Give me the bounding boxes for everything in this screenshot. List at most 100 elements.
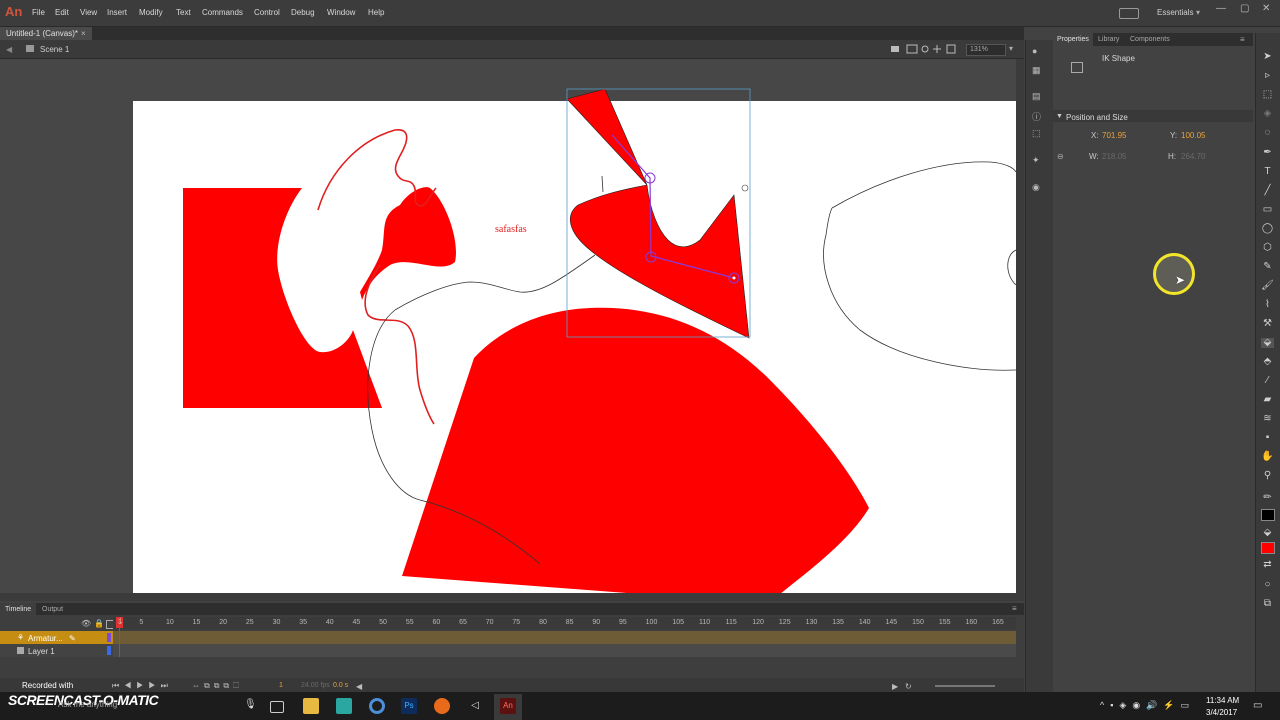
menu-edit[interactable]: Edit <box>55 8 69 17</box>
paint-brush-tool-icon[interactable]: 🖌 <box>1261 281 1274 291</box>
close-window-icon[interactable]: ✕ <box>1262 3 1270 14</box>
menu-modify[interactable]: Modify <box>139 8 163 17</box>
menu-view[interactable]: View <box>80 8 97 17</box>
oval-tool-icon[interactable]: ◯ <box>1261 224 1274 234</box>
hand-tool-icon[interactable]: ✋ <box>1261 452 1274 462</box>
layer-name-armature[interactable]: Armatur... <box>28 634 63 643</box>
bone-tool-icon[interactable]: ⚒ <box>1261 319 1274 329</box>
rectangle-tool-icon[interactable]: ▭ <box>1261 205 1274 215</box>
menu-file[interactable]: File <box>32 8 45 17</box>
eraser-tool-icon[interactable]: ▰ <box>1261 395 1274 405</box>
timeline-scroll-right-icon[interactable]: ▶ <box>892 682 898 691</box>
tab-output[interactable]: Output <box>42 606 63 613</box>
workspace-chevron-icon[interactable]: ▾ <box>1196 8 1200 17</box>
photoshop-icon[interactable]: Ps <box>401 698 417 714</box>
show-hide-all-icon[interactable]: 👁 <box>81 619 91 628</box>
text-tool-icon[interactable]: T <box>1261 167 1274 177</box>
polystar-tool-icon[interactable]: ⬡ <box>1261 243 1274 253</box>
sync-settings-icon[interactable] <box>1119 8 1139 19</box>
x-value[interactable]: 701.95 <box>1102 131 1126 140</box>
microphone-icon[interactable]: 🎙 <box>244 699 257 710</box>
stage-tools-icons[interactable] <box>889 44 959 54</box>
stroke-color-icon[interactable]: ✏ <box>1261 493 1274 503</box>
panel-menu-icon[interactable]: ≡ <box>1240 35 1245 44</box>
menu-text[interactable]: Text <box>176 8 191 17</box>
stage-horizontal-scrollbar[interactable] <box>0 593 1024 601</box>
menu-commands[interactable]: Commands <box>202 8 243 17</box>
stage-text[interactable]: safasfas <box>495 224 527 235</box>
y-value[interactable]: 100.05 <box>1181 131 1205 140</box>
cortana-search-input[interactable]: Ask me anything <box>58 700 117 709</box>
animate-app-icon[interactable]: An <box>500 698 516 714</box>
menu-window[interactable]: Window <box>327 8 355 17</box>
object-drawing-icon[interactable]: ○ <box>1261 580 1274 590</box>
fps-readout[interactable]: 24.00 fps <box>301 682 330 689</box>
lock-all-icon[interactable]: 🔒 <box>94 619 104 628</box>
back-arrow-icon[interactable]: ◀ <box>6 45 12 54</box>
maximize-icon[interactable]: ▢ <box>1240 3 1249 14</box>
stroke-color-swatch[interactable] <box>1261 509 1275 521</box>
lock-proportions-icon[interactable]: ⊖ <box>1057 152 1064 161</box>
notifications-icon[interactable]: ▭ <box>1253 700 1262 711</box>
zoom-tool-icon[interactable]: ⚲ <box>1261 471 1274 481</box>
app-icon-teal[interactable] <box>336 698 352 714</box>
menu-control[interactable]: Control <box>254 8 280 17</box>
minimize-icon[interactable]: — <box>1216 3 1226 14</box>
playback-controls[interactable]: ⏮◀▶▶⏭ <box>112 681 173 691</box>
camera-tool-icon[interactable]: ▪ <box>1261 433 1274 443</box>
cc-libraries-icon[interactable]: ◉ <box>1032 182 1045 192</box>
align-panel-icon[interactable]: ▤ <box>1032 91 1045 101</box>
chrome-like-icon[interactable] <box>369 698 385 714</box>
visual-studio-icon[interactable]: ◁ <box>467 698 483 714</box>
document-tab[interactable]: Untitled-1 (Canvas)* × <box>0 27 92 40</box>
paint-bucket-tool-icon[interactable]: ⬙ <box>1261 338 1274 348</box>
swatches-panel-icon[interactable]: ▦ <box>1032 65 1045 75</box>
info-panel-icon[interactable]: ⓘ <box>1032 110 1045 122</box>
taskbar-clock-time[interactable]: 11:34 AM <box>1206 696 1239 705</box>
fill-color-icon[interactable]: ⬙ <box>1261 528 1274 538</box>
timeline-menu-icon[interactable]: ≡ <box>1012 604 1017 613</box>
tab-library[interactable]: Library <box>1098 36 1119 43</box>
fill-color-swatch[interactable] <box>1261 542 1275 554</box>
zoom-chevron-icon[interactable]: ▾ <box>1009 44 1013 53</box>
loop-icon[interactable]: ↻ <box>905 682 912 691</box>
layer-name-layer1[interactable]: Layer 1 <box>28 647 55 656</box>
stage-vertical-scrollbar[interactable] <box>1016 59 1024 593</box>
menu-insert[interactable]: Insert <box>107 8 127 17</box>
time-readout[interactable]: 0.0 s <box>333 682 348 689</box>
scene-label[interactable]: Scene 1 <box>40 45 69 54</box>
pen-tool-icon[interactable]: ✒ <box>1261 148 1274 158</box>
pencil-tool-icon[interactable]: ✎ <box>1261 262 1274 272</box>
section-expand-icon[interactable]: ▼ <box>1056 113 1063 120</box>
firefox-icon[interactable] <box>434 698 450 714</box>
file-explorer-icon[interactable] <box>303 698 319 714</box>
ink-bottle-tool-icon[interactable]: ⬘ <box>1261 357 1274 367</box>
line-tool-icon[interactable]: ╱ <box>1261 186 1274 196</box>
current-frame-readout[interactable]: 1 <box>279 682 283 689</box>
color-panel-icon[interactable]: ● <box>1032 46 1045 56</box>
zoom-select[interactable]: 131% <box>966 44 1006 56</box>
snap-to-objects-icon[interactable]: ⧉ <box>1261 599 1274 609</box>
menu-help[interactable]: Help <box>368 8 384 17</box>
menu-debug[interactable]: Debug <box>291 8 315 17</box>
timeline-scroll-left-icon[interactable]: ◀ <box>356 682 362 691</box>
brush-tool-icon[interactable]: ⌇ <box>1261 300 1274 310</box>
3d-rotation-tool-icon[interactable]: ◈ <box>1261 109 1274 119</box>
stage-artwork[interactable] <box>0 59 1016 593</box>
transform-panel-icon[interactable]: ⬚ <box>1032 128 1045 138</box>
eyedropper-tool-icon[interactable]: ⁄ <box>1261 376 1274 386</box>
selection-tool-icon[interactable]: ➤ <box>1261 52 1274 62</box>
tab-timeline[interactable]: Timeline <box>5 606 31 613</box>
document-tab-close-icon[interactable]: × <box>81 29 86 38</box>
free-transform-tool-icon[interactable]: ⬚ <box>1261 90 1274 100</box>
code-snippets-icon[interactable]: ✦ <box>1032 155 1045 165</box>
tab-components[interactable]: Components <box>1130 36 1170 43</box>
tab-properties[interactable]: Properties <box>1057 36 1089 43</box>
taskbar-clock-date[interactable]: 3/4/2017 <box>1206 708 1237 717</box>
lasso-tool-icon[interactable]: ◌ <box>1261 128 1274 138</box>
workspace-switcher[interactable]: Essentials <box>1157 8 1193 17</box>
width-tool-icon[interactable]: ≋ <box>1261 414 1274 424</box>
swap-colors-icon[interactable]: ⇄ <box>1261 560 1274 570</box>
subselection-tool-icon[interactable]: ▹ <box>1261 71 1274 81</box>
onion-skin-controls[interactable]: ⇔⧉⧉⧉⬚ <box>192 681 243 691</box>
